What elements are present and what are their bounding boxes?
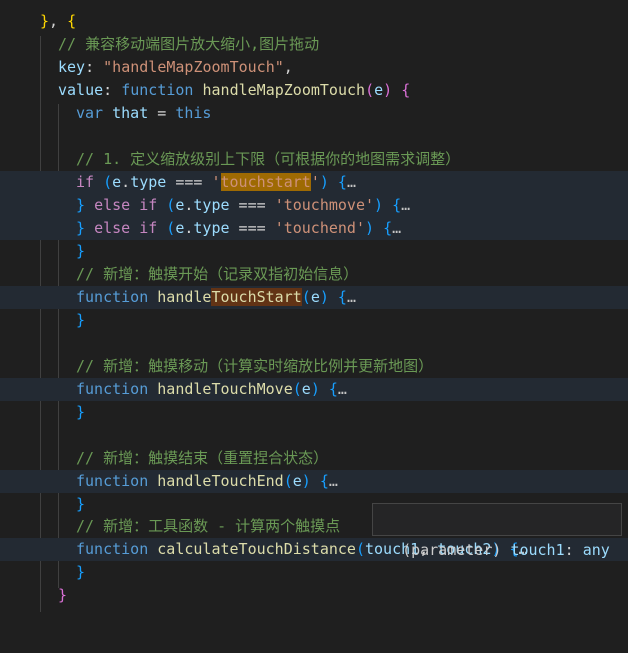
string-literal: "handleMapZoomTouch" — [103, 58, 284, 76]
code-line-folded[interactable]: function handleTouchEnd(e) {… — [0, 470, 628, 493]
code-line[interactable]: // 新增：触摸移动（计算实时缩放比例并更新地图） — [0, 355, 628, 378]
comment: // 新增：触摸结束（重置捏合状态） — [76, 449, 329, 467]
token-brace: } — [76, 311, 86, 329]
code-line[interactable]: var that = this — [0, 102, 628, 125]
token-brace: { — [337, 173, 347, 191]
code-line[interactable]: key: "handleMapZoomTouch", — [0, 56, 628, 79]
keyword-else: else — [94, 219, 131, 237]
selection-highlight: TouchStart — [211, 288, 302, 306]
keyword-if: if — [139, 196, 158, 214]
code-line-folded[interactable]: if (e.type === 'touchstart') {… — [0, 171, 628, 194]
function-name: calculateTouchDistance — [157, 540, 356, 558]
param: e — [374, 81, 384, 99]
property-key: key — [58, 58, 86, 76]
comment: // 新增：工具函数 - 计算两个触摸点 — [76, 517, 341, 535]
function-name: handle — [157, 288, 212, 306]
code-line[interactable]: } — [0, 309, 628, 332]
function-name: handleMapZoomTouch — [202, 81, 366, 99]
keyword-function: function — [76, 380, 149, 398]
string-literal: 'touchend' — [274, 219, 365, 237]
comment: // 1. 定义缩放级别上下限（可根据你的地图需求调整） — [76, 150, 461, 168]
variable: that — [112, 104, 149, 122]
code-line[interactable]: // 新增：触摸开始（记录双指初始信息） — [0, 263, 628, 286]
code-line[interactable]: } — [0, 401, 628, 424]
token-brace: } — [76, 242, 86, 260]
code-line[interactable]: // 兼容移动端图片放大缩小,图片拖动 — [0, 33, 628, 56]
fold-ellipsis[interactable]: … — [329, 472, 338, 490]
keyword-this: this — [175, 104, 212, 122]
code-line-folded[interactable]: } else if (e.type === 'touchmove') {… — [0, 194, 628, 217]
param: e — [310, 288, 320, 306]
param: e — [301, 380, 311, 398]
property-key: value — [58, 81, 104, 99]
code-line-folded[interactable]: function handleTouchStart(e) {… — [0, 286, 628, 309]
hover-tooltip: (parameter) touch1: any — [372, 503, 622, 559]
comment: // 兼容移动端图片放大缩小,图片拖动 — [58, 35, 320, 53]
fold-ellipsis[interactable]: … — [401, 196, 410, 214]
token-brace: } — [76, 495, 86, 513]
token-brace: } — [76, 403, 86, 421]
param: e — [292, 472, 302, 490]
keyword-function: function — [76, 540, 149, 558]
code-line[interactable]: // 1. 定义缩放级别上下限（可根据你的地图需求调整） — [0, 148, 628, 171]
function-name: handleTouchMove — [157, 380, 293, 398]
find-match-highlight: touchstart — [220, 173, 311, 191]
comment: // 新增：触摸开始（记录双指初始信息） — [76, 265, 359, 283]
token-brace: { — [67, 12, 77, 30]
tooltip-kind: (parameter) — [402, 541, 502, 559]
keyword-if: if — [76, 173, 95, 191]
code-line[interactable]: // 新增：触摸结束（重置捏合状态） — [0, 447, 628, 470]
fold-ellipsis[interactable]: … — [347, 288, 356, 306]
code-line[interactable]: }, { — [0, 10, 628, 33]
fold-ellipsis[interactable]: … — [392, 219, 401, 237]
code-line-folded[interactable]: } else if (e.type === 'touchend') {… — [0, 217, 628, 240]
code-line[interactable]: } — [0, 240, 628, 263]
code-line[interactable]: } — [0, 584, 628, 607]
fold-ellipsis[interactable]: … — [347, 173, 356, 191]
function-name: handleTouchEnd — [157, 472, 284, 490]
keyword-function: function — [76, 472, 149, 490]
tooltip-type: any — [582, 541, 610, 559]
tooltip-name: touch1 — [510, 541, 565, 559]
keyword-var: var — [76, 104, 104, 122]
keyword-if: if — [139, 219, 158, 237]
string-literal: 'touchmove' — [274, 196, 375, 214]
fold-ellipsis[interactable]: … — [338, 380, 347, 398]
code-line[interactable]: value: function handleMapZoomTouch(e) { — [0, 79, 628, 102]
keyword-else: else — [94, 196, 131, 214]
token-brace: } — [76, 563, 86, 581]
token-brace: { — [401, 81, 411, 99]
keyword-function: function — [76, 288, 149, 306]
keyword-function: function — [121, 81, 194, 99]
token-brace: } — [58, 586, 68, 604]
code-line-folded[interactable]: function handleTouchMove(e) {… — [0, 378, 628, 401]
token-brace: } — [40, 12, 50, 30]
comment: // 新增：触摸移动（计算实时缩放比例并更新地图） — [76, 357, 434, 375]
